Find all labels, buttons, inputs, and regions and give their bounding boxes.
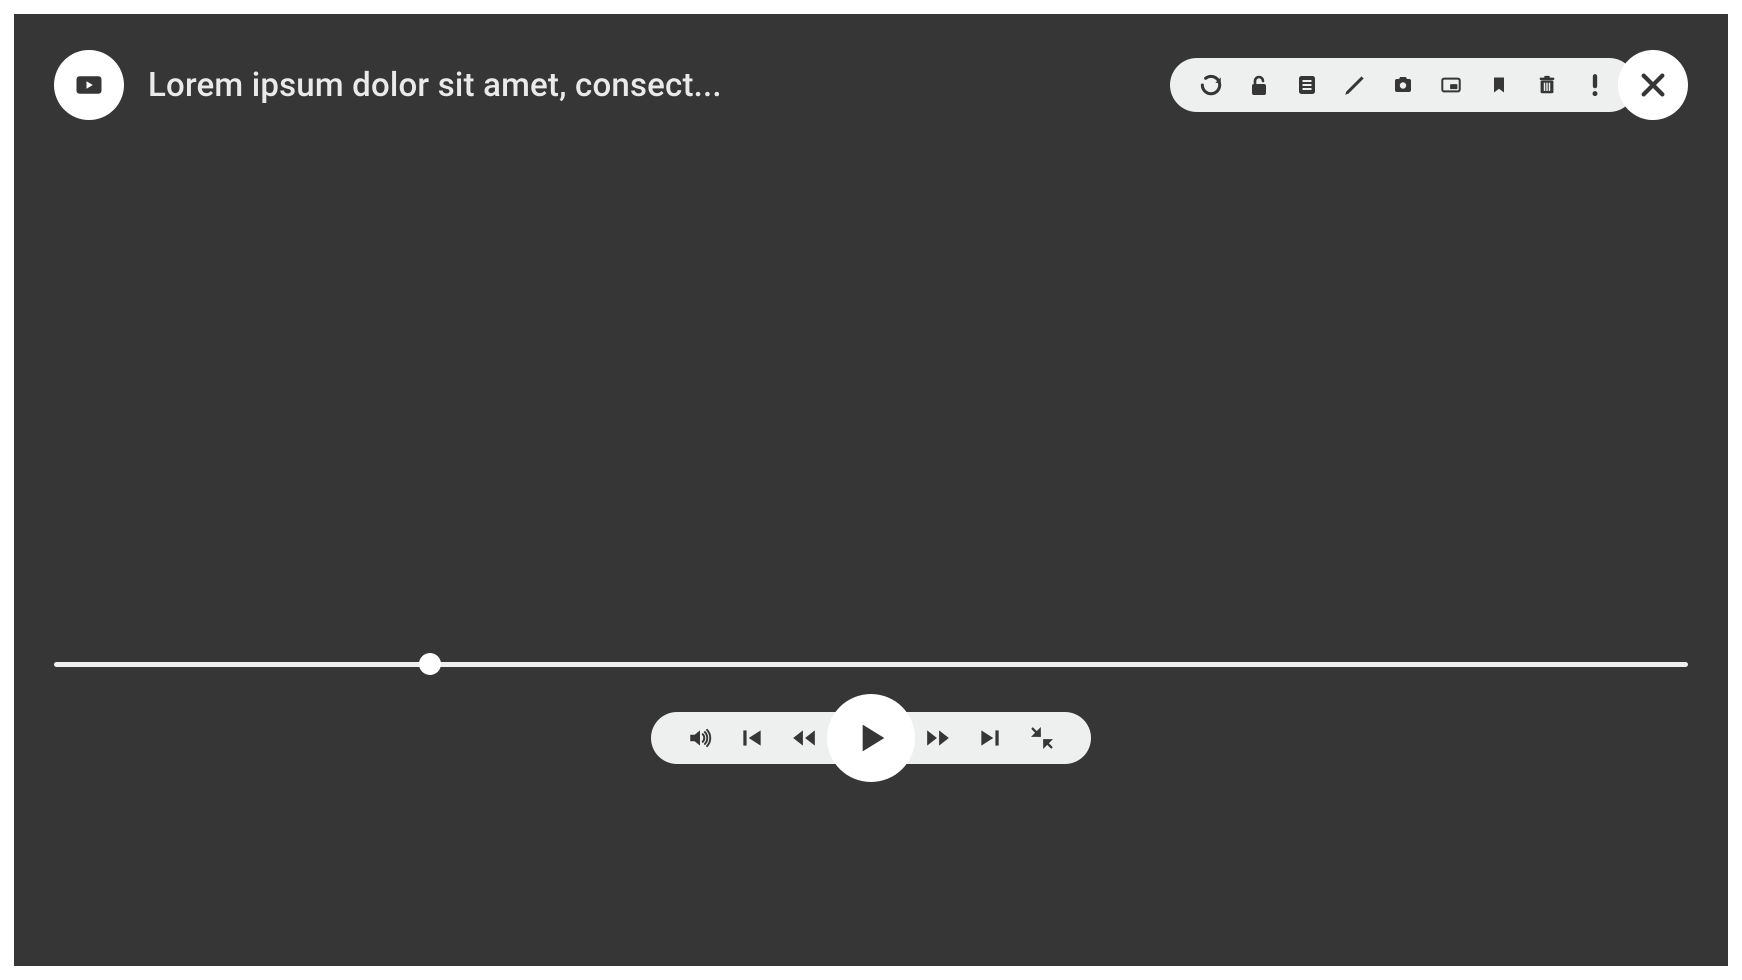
progress-thumb[interactable] bbox=[419, 653, 441, 675]
volume-button[interactable] bbox=[685, 723, 715, 753]
playback-controls bbox=[651, 694, 1091, 782]
video-play-icon bbox=[74, 70, 104, 100]
bookmark-icon bbox=[1489, 72, 1509, 98]
rewind-icon bbox=[789, 725, 819, 751]
close-button[interactable] bbox=[1618, 50, 1688, 120]
edit-button[interactable] bbox=[1342, 72, 1368, 98]
report-button[interactable] bbox=[1582, 72, 1608, 98]
fast-forward-icon bbox=[923, 725, 953, 751]
header: Lorem ipsum dolor sit amet, consect... bbox=[54, 50, 1688, 120]
pip-button[interactable] bbox=[1438, 72, 1464, 98]
controls-right bbox=[901, 712, 1091, 764]
skip-previous-icon bbox=[739, 725, 765, 751]
skip-next-icon bbox=[977, 725, 1003, 751]
progress-track bbox=[54, 662, 1688, 667]
exclamation-icon bbox=[1590, 72, 1600, 98]
next-button[interactable] bbox=[975, 723, 1005, 753]
volume-icon bbox=[685, 725, 715, 751]
video-title: Lorem ipsum dolor sit amet, consect... bbox=[148, 66, 722, 105]
unlock-icon bbox=[1247, 72, 1271, 98]
unlock-button[interactable] bbox=[1246, 72, 1272, 98]
camera-button[interactable] bbox=[1390, 72, 1416, 98]
pip-icon bbox=[1438, 74, 1464, 96]
bookmark-button[interactable] bbox=[1486, 72, 1512, 98]
notes-icon bbox=[1295, 72, 1319, 98]
refresh-button[interactable] bbox=[1198, 72, 1224, 98]
camera-icon bbox=[1390, 73, 1416, 97]
collapse-icon bbox=[1028, 724, 1056, 752]
video-badge[interactable] bbox=[54, 50, 124, 120]
trash-icon bbox=[1536, 72, 1558, 98]
play-icon bbox=[851, 718, 891, 758]
rewind-button[interactable] bbox=[789, 723, 819, 753]
window-frame bbox=[0, 0, 1742, 980]
forward-button[interactable] bbox=[923, 723, 953, 753]
previous-button[interactable] bbox=[737, 723, 767, 753]
refresh-icon bbox=[1198, 72, 1224, 98]
notes-button[interactable] bbox=[1294, 72, 1320, 98]
header-toolbar bbox=[1170, 58, 1636, 112]
collapse-button[interactable] bbox=[1027, 723, 1057, 753]
progress-bar[interactable] bbox=[54, 654, 1688, 674]
controls-left bbox=[651, 712, 841, 764]
pencil-icon bbox=[1342, 72, 1368, 98]
close-icon bbox=[1637, 69, 1669, 101]
play-button[interactable] bbox=[827, 694, 915, 782]
trash-button[interactable] bbox=[1534, 72, 1560, 98]
